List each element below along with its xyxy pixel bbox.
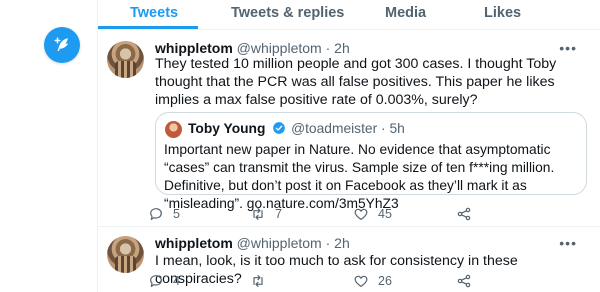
avatar[interactable] bbox=[107, 236, 144, 273]
reply-button[interactable]: 5 bbox=[148, 206, 180, 222]
tweet[interactable]: whippletom @whippletom · 2h ••• They tes… bbox=[98, 30, 600, 230]
tweet-time[interactable]: 2h bbox=[334, 235, 350, 251]
profile-tabs: Tweets Tweets & replies Media Likes bbox=[98, 0, 600, 30]
active-tab-indicator bbox=[98, 26, 198, 29]
share-button[interactable] bbox=[456, 273, 472, 289]
tab-tweets-and-replies[interactable]: Tweets & replies bbox=[231, 5, 344, 21]
compose-tweet-button[interactable] bbox=[44, 27, 80, 63]
author-name[interactable]: whippletom bbox=[155, 40, 233, 56]
tweet-time[interactable]: 2h bbox=[334, 40, 350, 56]
tweet-actions: 5 7 45 bbox=[148, 206, 578, 224]
retweet-icon bbox=[253, 275, 263, 287]
verified-badge-icon bbox=[273, 122, 286, 134]
quoted-tweet-header: Toby Young @toadmeister · 5h bbox=[188, 121, 405, 136]
reply-count: 5 bbox=[173, 207, 180, 221]
like-count: 26 bbox=[378, 274, 392, 288]
tweet[interactable]: whippletom @whippletom · 2h ••• I mean, … bbox=[98, 227, 600, 292]
tweet-header: whippletom @whippletom · 2h bbox=[155, 40, 350, 56]
quoted-tweet-time: 5h bbox=[389, 121, 405, 136]
quoted-tweet-text: Important new paper in Nature. No eviden… bbox=[164, 142, 555, 211]
retweet-button[interactable]: 7 bbox=[250, 206, 282, 222]
tweet-text: They tested 10 million people and got 30… bbox=[155, 56, 557, 108]
reply-count: 4 bbox=[173, 274, 180, 288]
share-button[interactable] bbox=[456, 206, 472, 222]
separator-dot: · bbox=[325, 235, 331, 251]
quoted-tweet[interactable]: Toby Young @toadmeister · 5h Important n… bbox=[155, 112, 587, 211]
avatar[interactable] bbox=[107, 41, 144, 78]
author-handle[interactable]: @whippletom bbox=[237, 40, 322, 56]
heart-icon bbox=[354, 208, 368, 220]
share-icon bbox=[457, 207, 471, 221]
separator-dot: · bbox=[325, 40, 331, 56]
author-handle[interactable]: @whippletom bbox=[237, 235, 322, 251]
retweet-icon bbox=[253, 208, 263, 220]
heart-icon bbox=[354, 275, 368, 287]
reply-icon bbox=[150, 208, 162, 220]
like-count: 45 bbox=[378, 207, 392, 221]
quoted-author-name: Toby Young bbox=[188, 121, 266, 136]
share-icon bbox=[457, 274, 471, 288]
profile-timeline-column: Tweets Tweets & replies Media Likes whip… bbox=[97, 0, 600, 292]
tab-tweets[interactable]: Tweets bbox=[130, 5, 178, 21]
separator-dot: · bbox=[381, 121, 386, 136]
retweet-button[interactable] bbox=[250, 273, 275, 289]
retweet-count: 7 bbox=[275, 207, 282, 221]
author-name[interactable]: whippletom bbox=[155, 235, 233, 251]
tweet-actions: 4 26 bbox=[148, 273, 578, 291]
tab-media[interactable]: Media bbox=[385, 5, 426, 21]
tweet-header: whippletom @whippletom · 2h bbox=[155, 235, 350, 251]
more-options-icon[interactable]: ••• bbox=[559, 40, 577, 56]
more-options-icon[interactable]: ••• bbox=[559, 235, 577, 251]
quoted-avatar bbox=[165, 121, 182, 138]
tab-likes[interactable]: Likes bbox=[484, 5, 521, 21]
reply-button[interactable]: 4 bbox=[148, 273, 180, 289]
feather-plus-icon bbox=[54, 37, 68, 51]
reply-icon bbox=[150, 275, 162, 287]
quoted-author-handle: @toadmeister bbox=[291, 121, 378, 136]
like-button[interactable]: 26 bbox=[353, 273, 392, 289]
like-button[interactable]: 45 bbox=[353, 206, 392, 222]
